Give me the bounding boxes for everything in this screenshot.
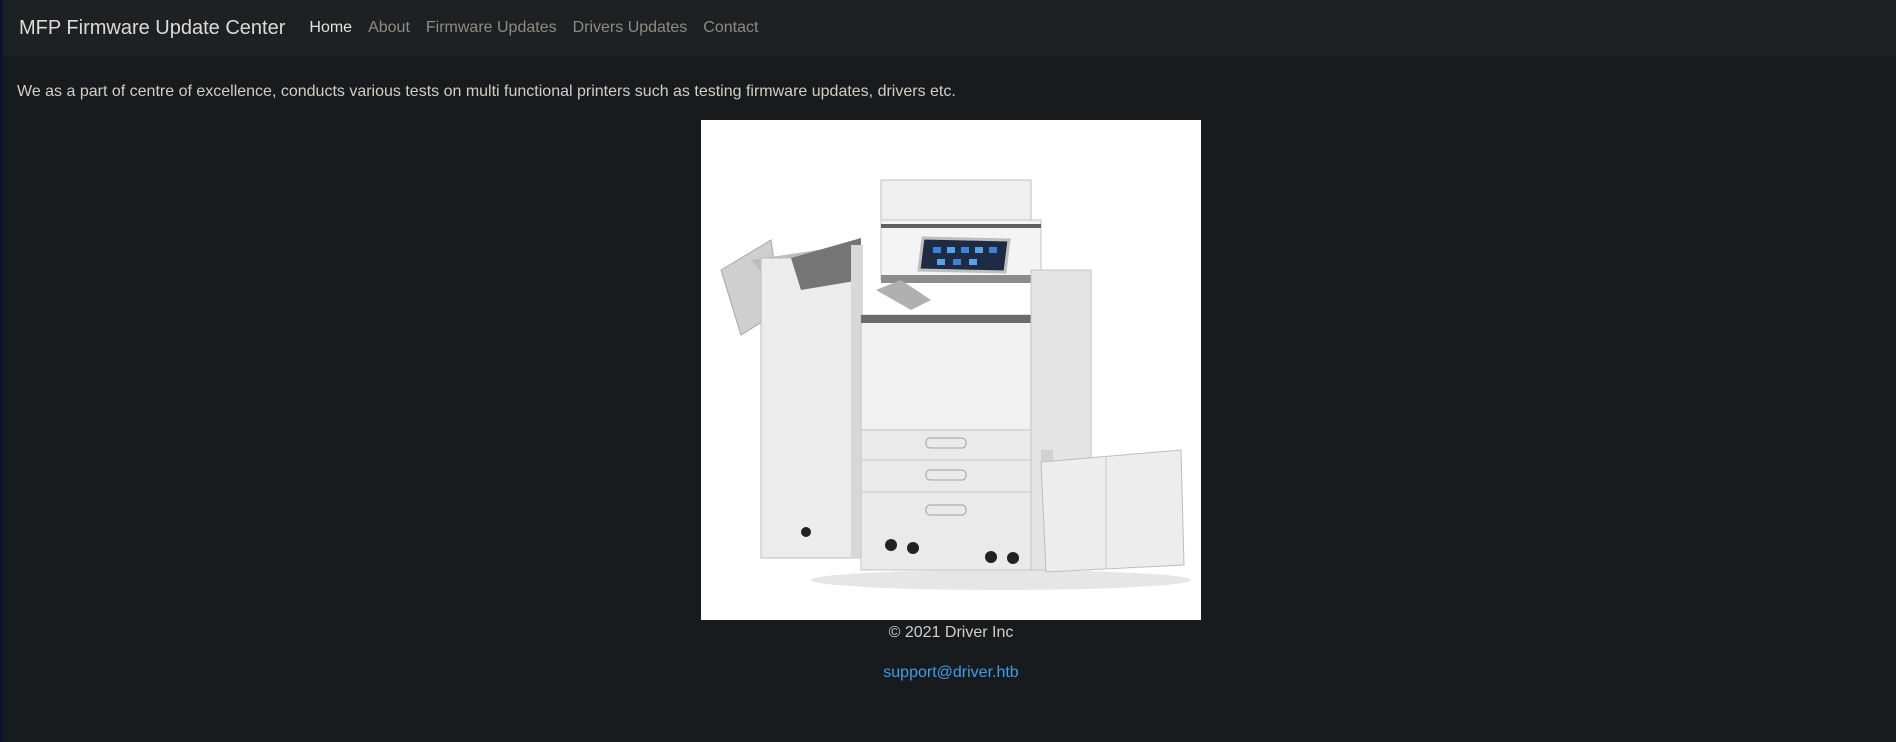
support-email-link[interactable]: support@driver.htb [883, 664, 1018, 681]
navbar: MFP Firmware Update Center Home About Fi… [3, 0, 1896, 56]
nav-about-link[interactable]: About [360, 19, 418, 37]
multifunction-printer-icon [720, 179, 1191, 590]
nav-home-link[interactable]: Home [301, 19, 360, 37]
nav-links: Home About Firmware Updates Drivers Upda… [301, 19, 766, 37]
nav-contact-link[interactable]: Contact [695, 19, 766, 37]
brand-link[interactable]: MFP Firmware Update Center [19, 17, 285, 40]
support-section: support@driver.htb [3, 664, 1896, 682]
printer-image [701, 120, 1201, 620]
nav-firmware-updates-link[interactable]: Firmware Updates [418, 19, 565, 37]
intro-text: We as a part of centre of excellence, co… [17, 83, 956, 100]
nav-drivers-updates-link[interactable]: Drivers Updates [565, 19, 696, 37]
copyright-text: © 2021 Driver Inc [888, 624, 1014, 641]
